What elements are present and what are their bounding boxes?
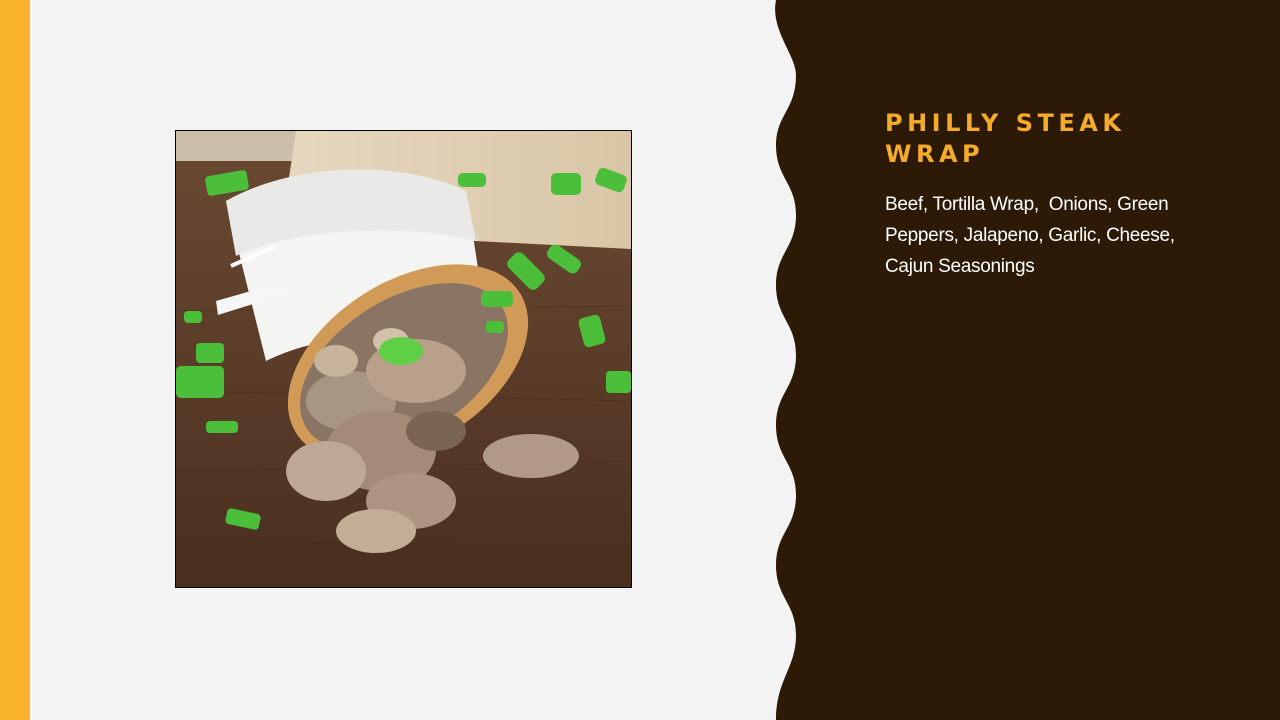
ingredients-text: Beef, Tortilla Wrap, Onions, Green Peppe…: [885, 194, 1180, 277]
slide-title: PHILLY STEAK WRAP: [885, 109, 1126, 168]
wrap-photo-illustration: [176, 131, 631, 587]
accent-bar: [0, 0, 30, 720]
wrap-photo: [175, 130, 632, 588]
